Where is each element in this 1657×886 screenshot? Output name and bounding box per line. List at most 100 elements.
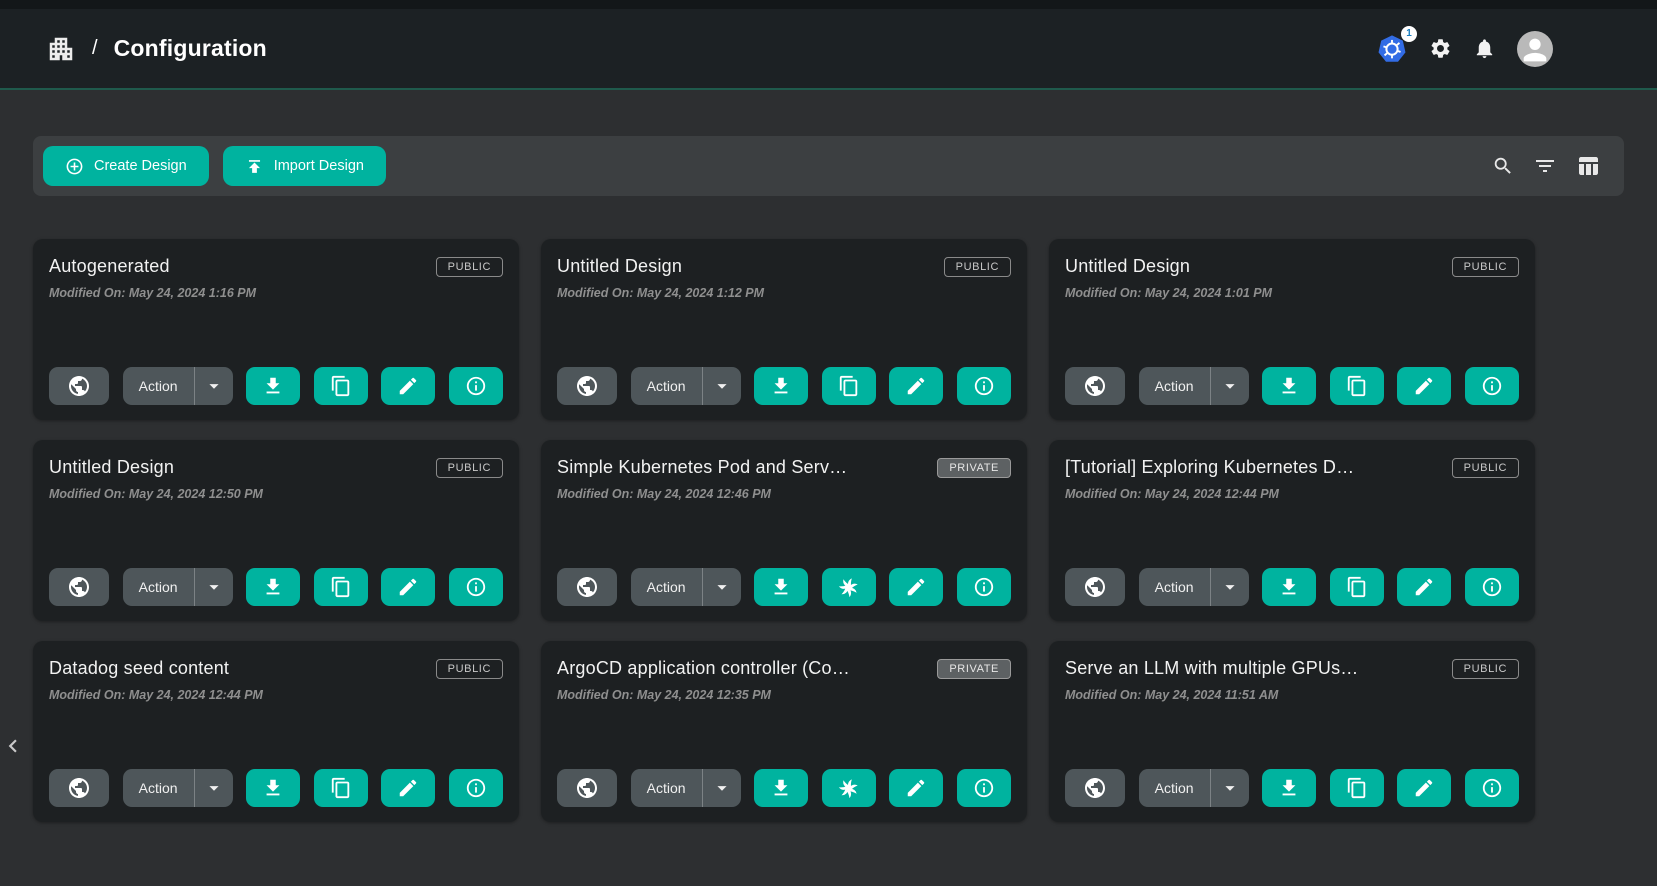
action-dropdown-button[interactable]	[703, 367, 741, 405]
design-card: Autogenerated PUBLIC Modified On: May 24…	[33, 239, 519, 420]
clone-button[interactable]	[822, 367, 876, 405]
info-button[interactable]	[957, 367, 1011, 405]
bell-icon	[1473, 37, 1496, 60]
design-title: Untitled Design	[557, 256, 682, 277]
action-button-label: Action	[1155, 579, 1194, 595]
action-button-label: Action	[647, 579, 686, 595]
card-header-row: Datadog seed content PUBLIC	[49, 658, 503, 679]
edit-button[interactable]	[1397, 769, 1451, 807]
kubernetes-context-button[interactable]: 1	[1376, 33, 1408, 65]
edit-button[interactable]	[1397, 568, 1451, 606]
designs-toolbar: Create Design Import Design	[33, 136, 1624, 196]
action-button[interactable]: Action	[1139, 769, 1211, 807]
info-button[interactable]	[1465, 769, 1519, 807]
action-dropdown-button[interactable]	[195, 769, 233, 807]
visibility-badge: PUBLIC	[944, 257, 1011, 277]
download-button[interactable]	[754, 367, 808, 405]
action-dropdown-button[interactable]	[195, 367, 233, 405]
action-button[interactable]: Action	[631, 769, 703, 807]
edit-icon	[1413, 576, 1435, 598]
edit-button[interactable]	[381, 367, 435, 405]
user-avatar[interactable]	[1517, 31, 1553, 67]
download-button[interactable]	[754, 769, 808, 807]
info-button[interactable]	[1465, 568, 1519, 606]
visibility-globe-button[interactable]	[49, 769, 109, 807]
download-button[interactable]	[754, 568, 808, 606]
table-view-button[interactable]	[1576, 154, 1600, 178]
create-design-button[interactable]: Create Design	[43, 146, 209, 186]
visibility-globe-button[interactable]	[557, 367, 617, 405]
modified-on-text: Modified On: May 24, 2024 12:35 PM	[557, 688, 1011, 702]
info-button[interactable]	[957, 568, 1011, 606]
action-button[interactable]: Action	[631, 568, 703, 606]
download-button[interactable]	[246, 769, 300, 807]
action-button[interactable]: Action	[123, 769, 195, 807]
info-button[interactable]	[449, 769, 503, 807]
action-dropdown-button[interactable]	[1211, 568, 1249, 606]
action-button[interactable]: Action	[123, 568, 195, 606]
edit-icon	[397, 777, 419, 799]
download-button[interactable]	[1262, 769, 1316, 807]
action-button[interactable]: Action	[123, 367, 195, 405]
card-header-row: Simple Kubernetes Pod and Serv… PRIVATE	[557, 457, 1011, 478]
action-dropdown-button[interactable]	[1211, 769, 1249, 807]
action-dropdown-button[interactable]	[703, 769, 741, 807]
header-actions: 1	[1376, 31, 1553, 67]
design-title: Datadog seed content	[49, 658, 229, 679]
visibility-badge: PUBLIC	[1452, 257, 1519, 277]
visibility-globe-button[interactable]	[1065, 367, 1125, 405]
edit-button[interactable]	[889, 568, 943, 606]
card-actions-row: Action	[557, 769, 1011, 807]
context-count-badge: 1	[1401, 26, 1417, 42]
download-button[interactable]	[246, 568, 300, 606]
info-button[interactable]	[449, 367, 503, 405]
visibility-globe-button[interactable]	[1065, 568, 1125, 606]
clone-button[interactable]	[314, 568, 368, 606]
notifications-button[interactable]	[1473, 37, 1496, 60]
info-button[interactable]	[449, 568, 503, 606]
edit-button[interactable]	[381, 568, 435, 606]
action-button[interactable]: Action	[631, 367, 703, 405]
info-icon	[1481, 375, 1503, 397]
globe-icon	[1083, 374, 1107, 398]
visibility-globe-button[interactable]	[1065, 769, 1125, 807]
clone-button[interactable]	[314, 367, 368, 405]
filter-button[interactable]	[1533, 154, 1557, 178]
clone-button[interactable]	[1330, 367, 1384, 405]
action-split-button: Action	[1139, 568, 1249, 606]
settings-button[interactable]	[1429, 37, 1452, 60]
visibility-badge: PUBLIC	[1452, 458, 1519, 478]
building-icon[interactable]	[46, 34, 76, 64]
clone-button[interactable]	[822, 769, 876, 807]
info-button[interactable]	[957, 769, 1011, 807]
modified-on-text: Modified On: May 24, 2024 1:12 PM	[557, 286, 1011, 300]
clone-button[interactable]	[314, 769, 368, 807]
action-dropdown-button[interactable]	[195, 568, 233, 606]
download-button[interactable]	[246, 367, 300, 405]
clone-button[interactable]	[1330, 769, 1384, 807]
action-dropdown-button[interactable]	[703, 568, 741, 606]
clone-button[interactable]	[1330, 568, 1384, 606]
visibility-globe-button[interactable]	[557, 769, 617, 807]
modified-on-text: Modified On: May 24, 2024 1:01 PM	[1065, 286, 1519, 300]
drawer-collapse-handle[interactable]	[0, 733, 26, 759]
action-button[interactable]: Action	[1139, 568, 1211, 606]
edit-button[interactable]	[381, 769, 435, 807]
info-button[interactable]	[1465, 367, 1519, 405]
edit-button[interactable]	[889, 367, 943, 405]
action-button[interactable]: Action	[1139, 367, 1211, 405]
download-button[interactable]	[1262, 568, 1316, 606]
caret-down-icon	[1219, 375, 1241, 397]
clone-button[interactable]	[822, 568, 876, 606]
visibility-globe-button[interactable]	[49, 367, 109, 405]
download-icon	[1278, 375, 1300, 397]
visibility-globe-button[interactable]	[49, 568, 109, 606]
edit-button[interactable]	[889, 769, 943, 807]
search-button[interactable]	[1492, 155, 1514, 177]
edit-button[interactable]	[1397, 367, 1451, 405]
import-design-button[interactable]: Import Design	[223, 146, 386, 186]
action-dropdown-button[interactable]	[1211, 367, 1249, 405]
download-button[interactable]	[1262, 367, 1316, 405]
visibility-globe-button[interactable]	[557, 568, 617, 606]
action-split-button: Action	[123, 769, 233, 807]
